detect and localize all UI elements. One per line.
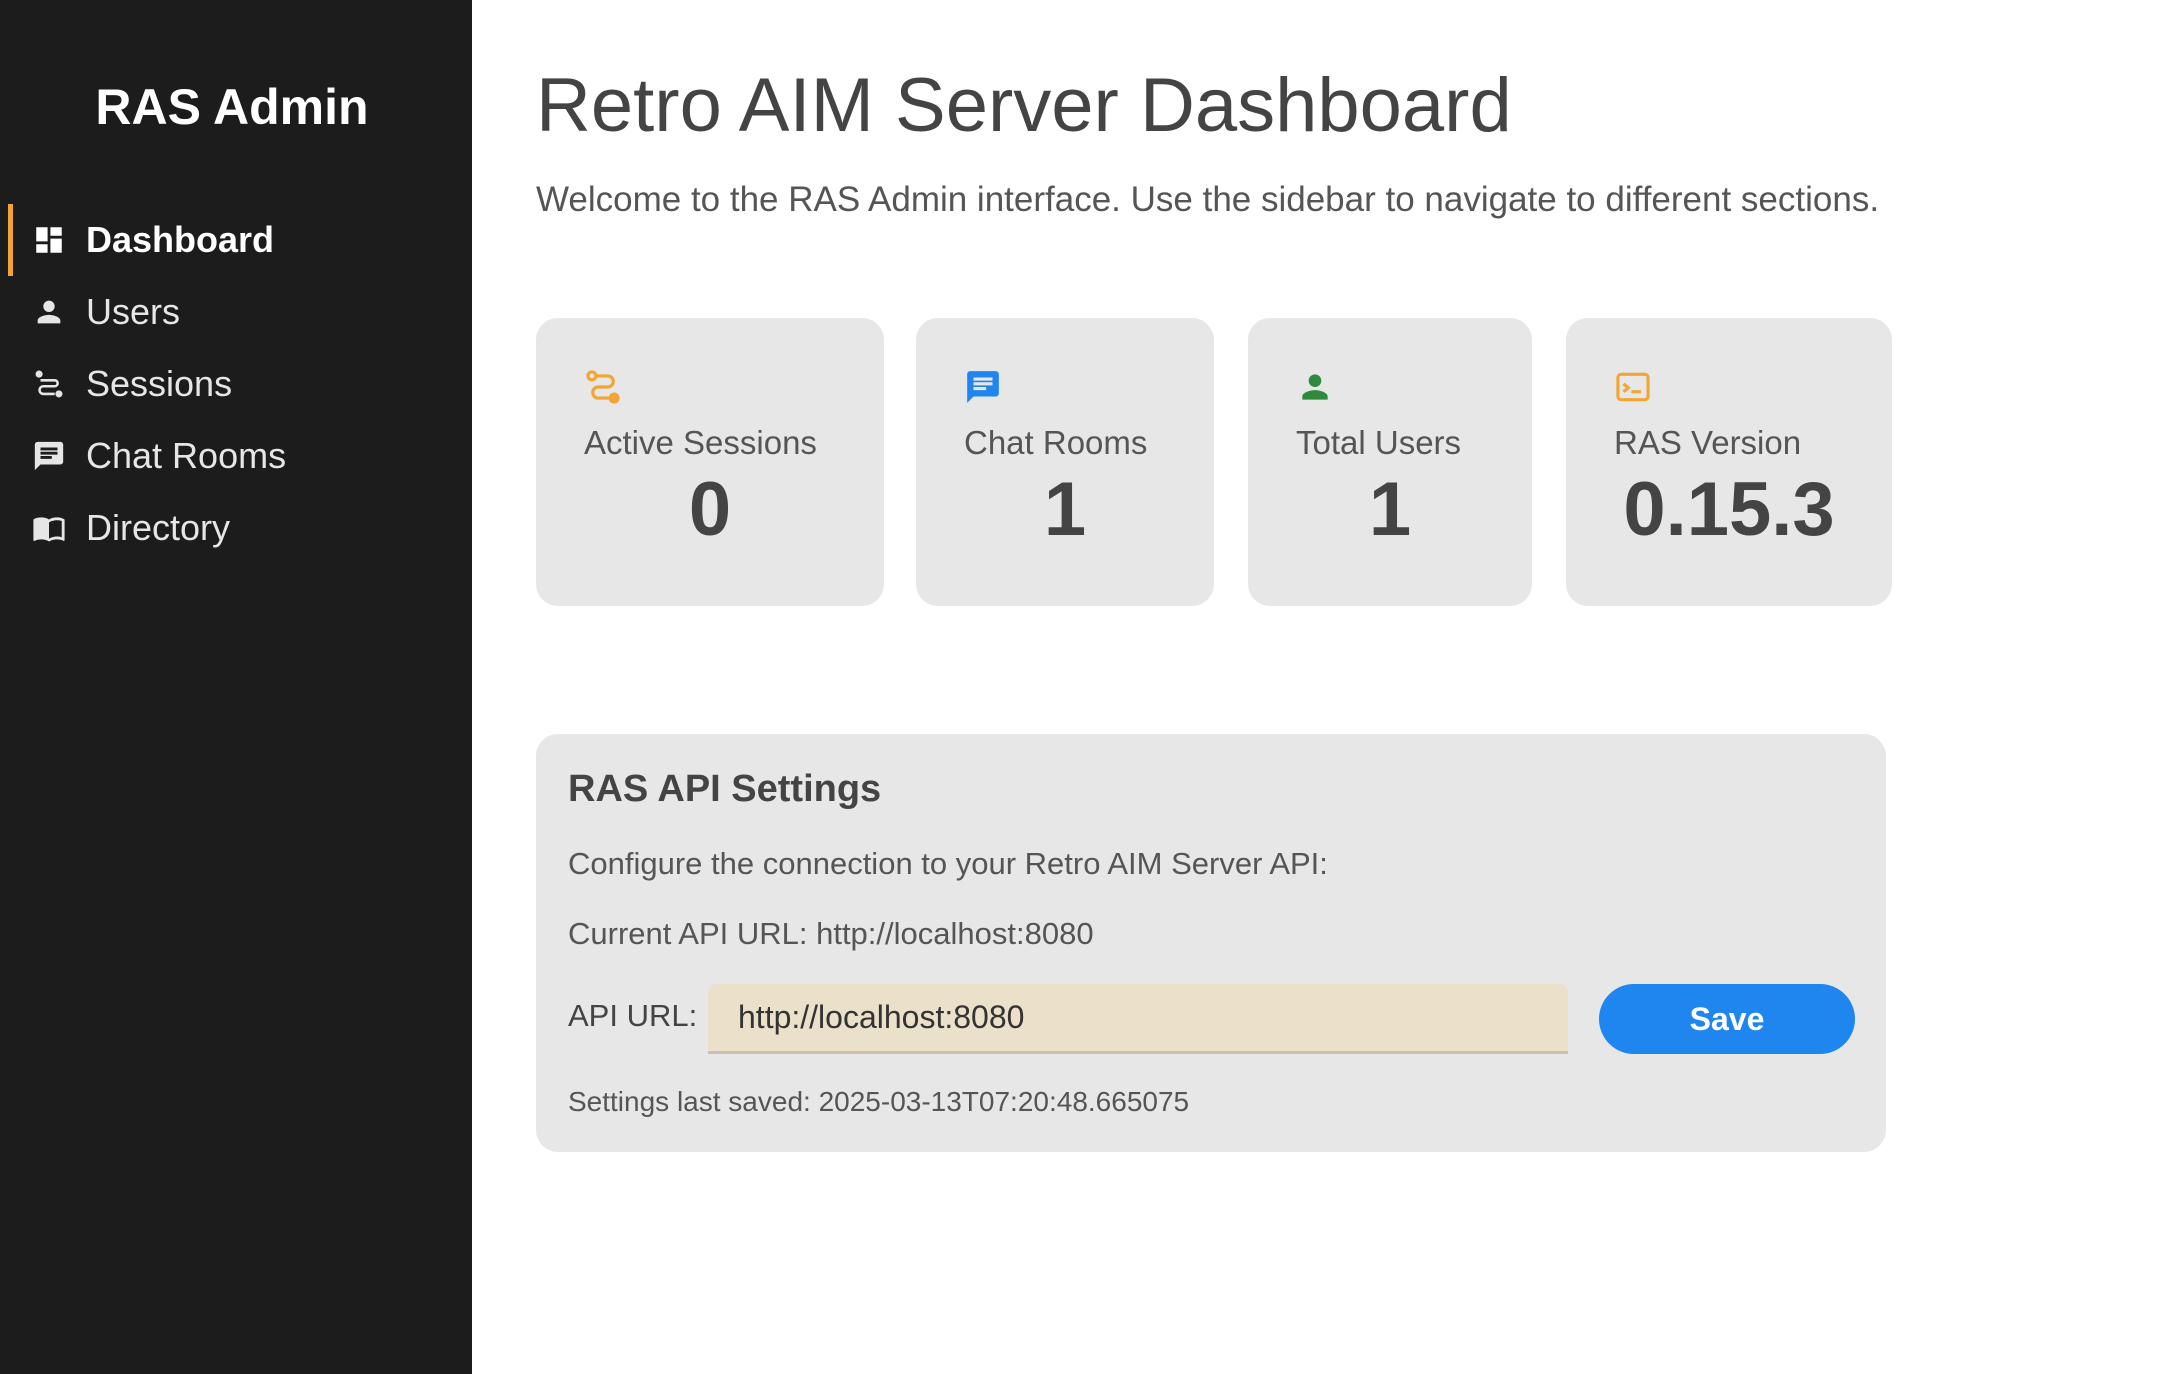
stat-label: Chat Rooms xyxy=(964,424,1148,461)
person-icon xyxy=(32,295,66,329)
save-button[interactable]: Save xyxy=(1599,984,1855,1054)
stat-label: Active Sessions xyxy=(584,424,817,461)
person-icon xyxy=(1296,368,1334,406)
page-title: Retro AIM Server Dashboard xyxy=(536,63,1512,148)
chat-icon xyxy=(32,439,66,473)
dashboard-icon xyxy=(32,223,66,257)
route-icon xyxy=(584,368,622,406)
route-icon xyxy=(32,367,66,401)
sidebar-item-label: Dashboard xyxy=(86,219,275,260)
sidebar-item-dashboard[interactable]: Dashboard xyxy=(0,204,472,276)
settings-description: Configure the connection to your Retro A… xyxy=(568,846,1328,881)
stat-card-ras-version: RAS Version 0.15.3 xyxy=(1566,318,1892,606)
sidebar: RAS Admin Dashboard Users Sessions Chat … xyxy=(0,0,472,1374)
stat-card-chat-rooms: Chat Rooms 1 xyxy=(916,318,1214,606)
sidebar-nav: Dashboard Users Sessions Chat Rooms Dire… xyxy=(0,204,472,564)
sidebar-item-directory[interactable]: Directory xyxy=(0,492,472,564)
book-icon xyxy=(32,511,66,545)
sidebar-item-chat-rooms[interactable]: Chat Rooms xyxy=(0,420,472,492)
stat-card-active-sessions: Active Sessions 0 xyxy=(536,318,884,606)
welcome-text: Welcome to the RAS Admin interface. Use … xyxy=(536,180,1880,219)
sidebar-item-label: Users xyxy=(86,291,181,332)
api-settings-panel: RAS API Settings Configure the connectio… xyxy=(536,734,1886,1152)
sidebar-item-label: Sessions xyxy=(86,363,233,404)
brand-title: RAS Admin xyxy=(95,79,369,135)
terminal-icon xyxy=(1614,368,1652,406)
stat-label: RAS Version xyxy=(1614,424,1802,461)
stat-card-total-users: Total Users 1 xyxy=(1248,318,1532,606)
stat-value: 0 xyxy=(688,467,732,552)
settings-last-saved: Settings last saved: 2025-03-13T07:20:48… xyxy=(568,1086,1190,1117)
stat-value: 1 xyxy=(1043,467,1087,552)
current-api-url: Current API URL: http://localhost:8080 xyxy=(568,916,1094,951)
sidebar-item-users[interactable]: Users xyxy=(0,276,472,348)
sidebar-item-sessions[interactable]: Sessions xyxy=(0,348,472,420)
settings-title: RAS API Settings xyxy=(568,768,882,810)
api-url-input[interactable] xyxy=(708,984,1568,1054)
stat-value: 1 xyxy=(1368,467,1412,552)
chat-icon xyxy=(964,368,1002,406)
sidebar-item-label: Directory xyxy=(86,507,231,548)
api-url-label: API URL: xyxy=(568,998,698,1033)
sidebar-item-label: Chat Rooms xyxy=(86,435,287,476)
stat-value: 0.15.3 xyxy=(1623,467,1835,552)
stat-label: Total Users xyxy=(1296,424,1462,461)
